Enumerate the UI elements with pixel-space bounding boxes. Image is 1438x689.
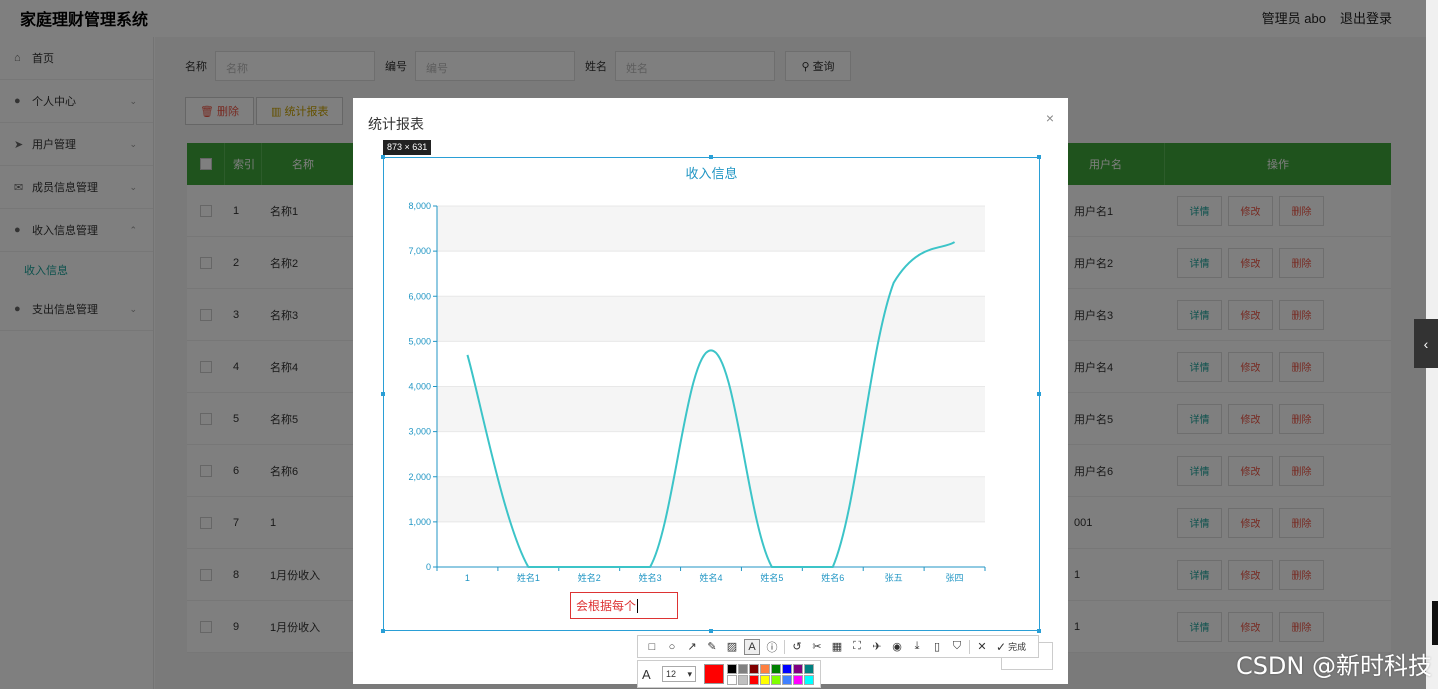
arrow-icon[interactable]: ↗ (684, 639, 700, 655)
chevron-left-icon[interactable]: ‹ (1414, 319, 1438, 368)
y-tick-label: 4,000 (408, 382, 431, 392)
grid-band (437, 296, 985, 342)
color-swatch[interactable] (804, 663, 814, 674)
color-swatch[interactable] (771, 674, 781, 685)
download-icon[interactable]: ⤓ (909, 639, 925, 655)
color-swatch[interactable] (760, 663, 770, 674)
close-icon[interactable]: ✕ (974, 639, 990, 655)
color-swatch[interactable] (771, 663, 781, 674)
font-size-select[interactable]: 12 ▾ (662, 666, 696, 682)
text-annotation-box[interactable]: 会根据每个 (570, 592, 678, 619)
grid-band (437, 206, 985, 252)
color-swatch[interactable] (782, 663, 792, 674)
resize-handle[interactable] (1037, 155, 1041, 159)
y-tick-label: 3,000 (408, 427, 431, 437)
income-line-chart: 0 1,000 2,000 3,000 4,000 5,000 6,000 7,000 8,00… (408, 201, 986, 583)
y-tick-label: 1,000 (408, 517, 431, 527)
annotation-text: 会根据每个 (576, 599, 637, 613)
resize-handle[interactable] (709, 629, 713, 633)
done-label: 完成 (1008, 642, 1027, 652)
chevron-down-icon: ▾ (687, 668, 692, 679)
close-icon[interactable]: × (1046, 110, 1054, 126)
x-tick-label: 姓名6 (821, 572, 844, 583)
text-style-toolbar: A 12 ▾ (637, 660, 821, 688)
y-tick-label: 2,000 (408, 472, 431, 482)
x-tick-label: 姓名1 (517, 572, 540, 583)
watermark: CSDN @新时科技 (1235, 652, 1432, 680)
number-icon[interactable]: ⓘ (764, 639, 780, 655)
color-swatch[interactable] (749, 674, 759, 685)
resize-handle[interactable] (1037, 392, 1041, 396)
current-color-swatch[interactable] (704, 664, 724, 684)
toolbar-separator (969, 639, 970, 654)
rectangle-icon[interactable]: □ (644, 639, 660, 655)
x-tick-label: 姓名4 (699, 572, 722, 583)
color-swatch[interactable] (793, 674, 803, 685)
bookmark-icon[interactable]: ⛉ (949, 639, 965, 655)
y-tick-label: 8,000 (408, 201, 431, 211)
y-tick-label: 6,000 (408, 291, 431, 301)
color-swatch[interactable] (727, 674, 737, 685)
toolbar-separator (784, 639, 785, 654)
screenshot-selection[interactable]: 收入信息 0 1,000 2,000 3,000 4,000 5,000 6,000 7,00… (383, 157, 1040, 631)
grid-band (437, 386, 985, 432)
text-caret (637, 598, 639, 613)
x-tick-label: 1 (465, 573, 470, 583)
phone-icon[interactable]: ▯ (929, 639, 945, 655)
selection-size-label: 873 × 631 (383, 140, 432, 155)
color-swatch[interactable] (804, 674, 814, 685)
screenshot-toolbar: □ ○ ↗ ✎ ▨ A ⓘ ↺ ✂ ▦ ⛶ ✈ ◉ ⤓ ▯ ⛉ ✕ ✓ 完成 (637, 635, 1039, 658)
resize-handle[interactable] (1037, 629, 1041, 633)
record-icon[interactable]: ◉ (889, 639, 905, 655)
check-icon: ✓ (996, 639, 1007, 654)
x-tick-label: 姓名3 (639, 572, 662, 583)
pin-icon[interactable]: ✈ (869, 639, 885, 655)
color-swatch[interactable] (793, 663, 803, 674)
x-tick-label: 姓名2 (578, 572, 601, 583)
font-size-value: 12 (666, 669, 677, 679)
color-swatch[interactable] (738, 674, 748, 685)
y-tick-label: 0 (426, 562, 431, 572)
color-swatch[interactable] (782, 674, 792, 685)
x-tick-label: 张四 (946, 573, 964, 583)
resize-handle[interactable] (381, 629, 385, 633)
mosaic-icon[interactable]: ▨ (724, 639, 740, 655)
resize-handle[interactable] (381, 155, 385, 159)
modal-title: 统计报表 (368, 116, 424, 132)
resize-handle[interactable] (709, 155, 713, 159)
done-button[interactable]: ✓ 完成 (996, 640, 1026, 654)
ocr-icon[interactable]: ▦ (829, 639, 845, 655)
x-tick-label: 姓名5 (760, 572, 783, 583)
undo-icon[interactable]: ↺ (789, 639, 805, 655)
translate-icon[interactable]: ⛶ (849, 639, 865, 655)
text-tool-icon[interactable]: A (744, 638, 760, 655)
y-tick-label: 7,000 (408, 246, 431, 256)
pen-icon[interactable]: ✎ (704, 639, 720, 655)
x-tick-label: 张五 (885, 573, 903, 583)
font-icon: A (642, 666, 651, 682)
color-swatch[interactable] (738, 663, 748, 674)
ellipse-icon[interactable]: ○ (664, 639, 680, 655)
color-palette (727, 663, 814, 685)
color-swatch[interactable] (727, 663, 737, 674)
resize-handle[interactable] (381, 392, 385, 396)
color-swatch[interactable] (760, 674, 770, 685)
scissors-icon[interactable]: ✂ (809, 639, 825, 655)
grid-band (437, 476, 985, 522)
side-indicator (1432, 601, 1438, 645)
color-swatch[interactable] (749, 663, 759, 674)
y-tick-label: 5,000 (408, 336, 431, 346)
